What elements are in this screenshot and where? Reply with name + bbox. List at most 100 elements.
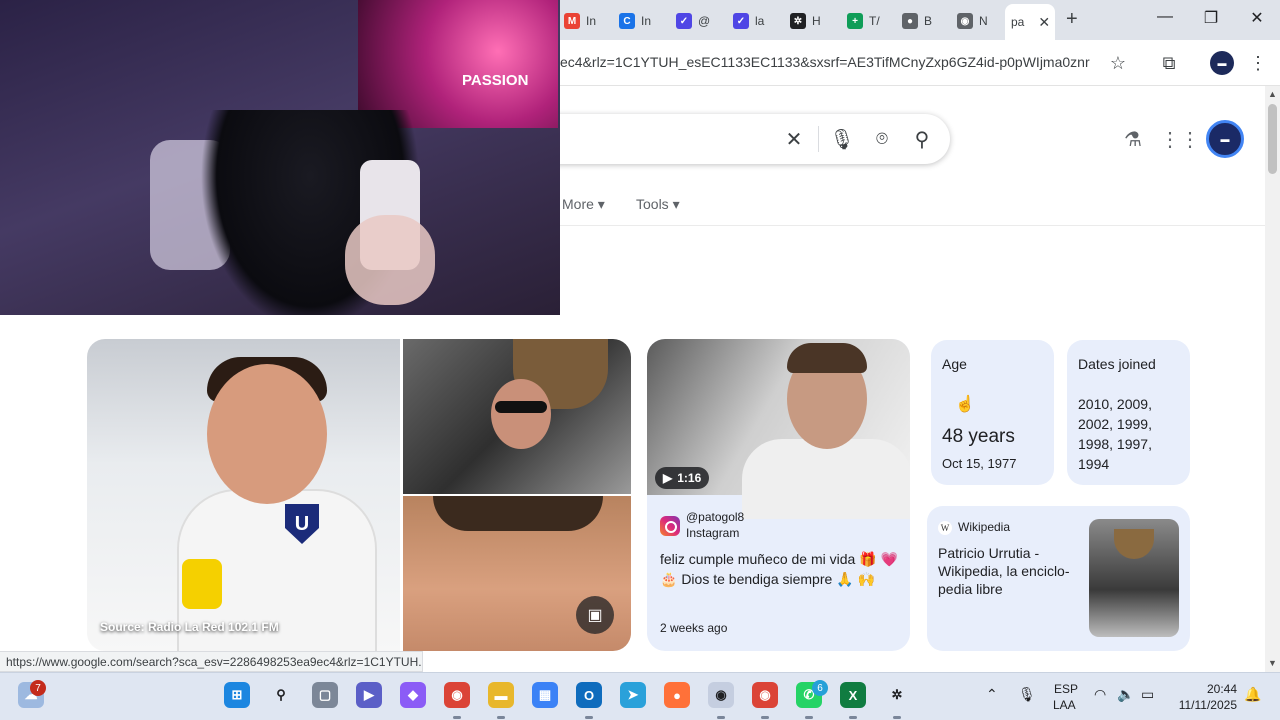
dates-joined-card[interactable]: Dates joined 2010, 2009, 2002, 1999, 199… <box>1067 340 1190 485</box>
player-photo-main[interactable]: U <box>87 339 400 651</box>
age-title: Age <box>942 356 967 372</box>
chrome-icon: ◉ <box>957 13 973 29</box>
browser-tab[interactable]: ● B <box>896 6 932 36</box>
dates-value: 2010, 2009, 2002, 1999, 1998, 1997, 1994 <box>1078 396 1152 472</box>
age-value: 48 years <box>942 426 1015 447</box>
search-box[interactable]: ✕ 🎙 ⌾ ⚲ <box>520 114 950 164</box>
store-icon[interactable]: ▦ <box>532 682 558 708</box>
wikipedia-card[interactable]: W Wikipedia Patricio Urrutia - Wikipedia… <box>927 506 1190 651</box>
webcam-overlay: PASSION <box>0 0 560 315</box>
video-duration-badge: ▶ 1:16 <box>655 467 710 489</box>
search-divider <box>818 126 819 152</box>
page-scrollbar[interactable]: ▲ ▼ <box>1265 86 1280 672</box>
scroll-down-arrow[interactable]: ▼ <box>1268 658 1277 668</box>
image-gallery-icon[interactable]: ▣ <box>576 596 614 634</box>
bookmark-star-icon[interactable]: ☆ <box>1106 51 1130 75</box>
volume-icon[interactable]: 🔈 <box>1117 686 1134 703</box>
photo-source-label: Source: Radio La Red 102.1 FM <box>100 620 279 634</box>
instagram-icon <box>660 516 680 536</box>
battery-icon[interactable]: ▭ <box>1141 686 1154 703</box>
excel-icon[interactable]: X <box>840 682 866 719</box>
wikipedia-icon: W <box>938 521 952 535</box>
close-window-button[interactable]: ✕ <box>1242 8 1272 28</box>
restore-button[interactable]: ❐ <box>1196 8 1226 28</box>
video-thumbnail[interactable]: ▶ 1:16 <box>647 339 910 519</box>
search-taskbar-icon[interactable]: ⚲ <box>268 682 294 708</box>
age-card[interactable]: Age 48 years Oct 15, 1977 <box>931 340 1054 485</box>
clock-date[interactable]: 11/11/2025 <box>1172 698 1237 712</box>
chatgpt-icon[interactable]: ✲ <box>884 682 910 719</box>
browser-tab[interactable]: ✲ H <box>784 6 821 36</box>
tab-label: pa <box>1011 15 1025 29</box>
browser-tab[interactable]: ✓ @ <box>670 6 710 36</box>
scroll-thumb[interactable] <box>1268 104 1277 174</box>
outlook-icon[interactable]: O <box>576 682 602 719</box>
close-tab-icon[interactable]: ✕ <box>1038 14 1050 31</box>
filter-tools[interactable]: Tools ▾ <box>636 196 680 213</box>
wiki-title[interactable]: Patricio Urrutia - Wikipedia, la enciclo… <box>938 544 1078 598</box>
shield-check-icon: ✓ <box>733 13 749 29</box>
file-explorer-icon[interactable]: ▬ <box>488 682 514 719</box>
voice-search-icon[interactable]: 🎙 <box>829 127 854 151</box>
labs-flask-icon[interactable]: ⚗ <box>1120 126 1146 152</box>
video-source: Instagram <box>686 526 740 540</box>
browser-tab[interactable]: ◉ N <box>951 6 988 36</box>
browser-tab[interactable]: + T/ <box>841 6 880 36</box>
tab-label: la <box>755 14 765 28</box>
clear-search-icon[interactable]: ✕ <box>782 127 806 151</box>
trophy-shape <box>1114 529 1154 559</box>
instagram-handle[interactable]: @patogol8 <box>686 510 744 524</box>
new-tab-button[interactable]: + <box>1066 8 1078 31</box>
browser-tab[interactable]: M In <box>558 6 596 36</box>
body-shape <box>742 439 910 519</box>
c-icon: C <box>619 13 635 29</box>
filter-more[interactable]: More ▾ <box>562 196 605 213</box>
account-avatar[interactable]: ▬ <box>1206 120 1244 158</box>
tab-label: T/ <box>869 14 880 28</box>
lens-search-icon[interactable]: ⌾ <box>870 127 894 151</box>
tab-label: N <box>979 14 988 28</box>
chrome-active-icon[interactable]: ◉ <box>708 682 734 719</box>
instagram-video-card[interactable]: ▶ 1:16 @patogol8 Instagram feliz cumple … <box>647 339 910 651</box>
captain-band-shape <box>182 559 222 609</box>
hand-cursor-icon: ☝ <box>955 396 975 413</box>
browser-tab[interactable]: C In <box>613 6 651 36</box>
minimize-button[interactable]: — <box>1150 8 1180 26</box>
keyboard-layout[interactable]: LAA <box>1053 698 1076 712</box>
active-tab[interactable]: pa ✕ <box>1005 4 1055 40</box>
chrome-taskbar-icon[interactable]: ◉ <box>444 682 470 719</box>
notification-bell-icon[interactable]: 🔔 <box>1244 686 1261 703</box>
extensions-icon[interactable]: ⧉ <box>1157 51 1181 75</box>
menu-kebab-icon[interactable]: ⋮ <box>1246 51 1270 75</box>
clock-time[interactable]: 20:44 <box>1200 682 1237 696</box>
sheets-icon: + <box>847 13 863 29</box>
wifi-icon[interactable]: ◠ <box>1094 686 1106 703</box>
tab-label: In <box>586 14 597 28</box>
microphone-icon[interactable]: 🎙 <box>1018 686 1036 703</box>
browser-tab[interactable]: ✓ la <box>727 6 764 36</box>
video-caption[interactable]: feliz cumple muñeco de mi vida 🎁 💗 🎂 Dio… <box>660 549 900 589</box>
gmail-icon: M <box>564 13 580 29</box>
tray-chevron-icon[interactable]: ⌃ <box>986 686 998 703</box>
chrome-profile-icon[interactable]: ◉ <box>752 682 778 719</box>
meet-icon[interactable]: ▶ <box>356 682 382 708</box>
start-icon[interactable]: ⊞ <box>224 682 250 708</box>
copilot-icon[interactable]: ◆ <box>400 682 426 708</box>
scroll-up-arrow[interactable]: ▲ <box>1268 89 1277 99</box>
birth-date: Oct 15, 1977 <box>942 456 1017 471</box>
trophy-photo[interactable] <box>403 339 631 494</box>
task-view-icon[interactable]: ▢ <box>312 682 338 708</box>
face-shape <box>207 364 327 504</box>
firefox-icon[interactable]: ● <box>664 682 690 708</box>
address-bar[interactable]: ec4&rlz=1C1YTUH_esEC1133EC1133&sxsrf=AE3… <box>560 54 1090 70</box>
apps-grid-icon[interactable]: ⋮⋮ <box>1160 126 1200 152</box>
telegram-icon[interactable]: ➤ <box>620 682 646 708</box>
wiki-thumbnail[interactable] <box>1089 519 1179 637</box>
openai-icon: ✲ <box>790 13 806 29</box>
filter-divider <box>520 225 1265 226</box>
language-code[interactable]: ESP <box>1054 682 1078 696</box>
profile-avatar[interactable]: ▬ <box>1210 51 1234 75</box>
poster-text: PASSION <box>462 72 529 89</box>
face-shape <box>491 379 551 449</box>
search-icon[interactable]: ⚲ <box>910 127 934 151</box>
